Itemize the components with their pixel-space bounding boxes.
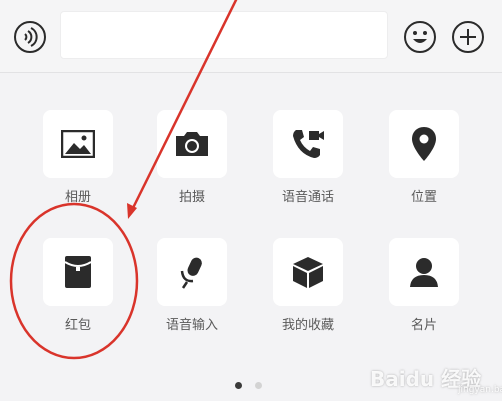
- location-button[interactable]: [389, 110, 459, 178]
- contact-card-icon: [410, 258, 438, 287]
- watermark-sub: jingyan.baidu.com: [458, 385, 502, 395]
- contact-card-button[interactable]: [389, 238, 459, 306]
- voice-input-label: 语音输入: [165, 318, 218, 333]
- location-pin-icon: [412, 127, 436, 161]
- function-panel: 相册 拍摄 语音通话 位置 红包 语音输入 我的收藏 名片: [0, 73, 502, 401]
- voice-call-button[interactable]: [273, 110, 343, 178]
- voice-wave-icon: [14, 21, 46, 53]
- location-label: 位置: [410, 190, 437, 205]
- cube-icon: [293, 257, 323, 288]
- camera-icon: [176, 132, 208, 156]
- page-dot-active[interactable]: [235, 382, 242, 389]
- camera-button[interactable]: [157, 110, 227, 178]
- plus-circle-icon: [452, 21, 484, 53]
- contact-card-label: 名片: [410, 318, 437, 333]
- microphone-icon: [180, 257, 202, 289]
- favorites-button[interactable]: [273, 238, 343, 306]
- voice-toggle-button[interactable]: [13, 20, 47, 54]
- chat-screen: 相册 拍摄 语音通话 位置 红包 语音输入 我的收藏 名片 Baidu 经验 j…: [0, 0, 502, 401]
- album-button[interactable]: [43, 110, 113, 178]
- page-dot[interactable]: [255, 382, 262, 389]
- smiley-icon: [404, 21, 436, 53]
- album-label: 相册: [64, 190, 91, 205]
- chat-input-bar: [0, 0, 502, 73]
- baidu-watermark: Baidu 经验 jingyan.baidu.com: [370, 363, 502, 399]
- voice-call-label: 语音通话: [281, 190, 334, 205]
- red-packet-label: 红包: [64, 318, 91, 333]
- emoji-button[interactable]: [403, 20, 437, 54]
- red-packet-button[interactable]: [43, 238, 113, 306]
- message-input[interactable]: [60, 11, 388, 59]
- more-functions-button[interactable]: [451, 20, 485, 54]
- image-icon: [61, 130, 95, 158]
- favorites-label: 我的收藏: [281, 318, 334, 333]
- phone-video-icon: [293, 130, 324, 158]
- voice-input-button[interactable]: [157, 238, 227, 306]
- camera-label: 拍摄: [178, 190, 205, 205]
- red-envelope-icon: [64, 256, 92, 288]
